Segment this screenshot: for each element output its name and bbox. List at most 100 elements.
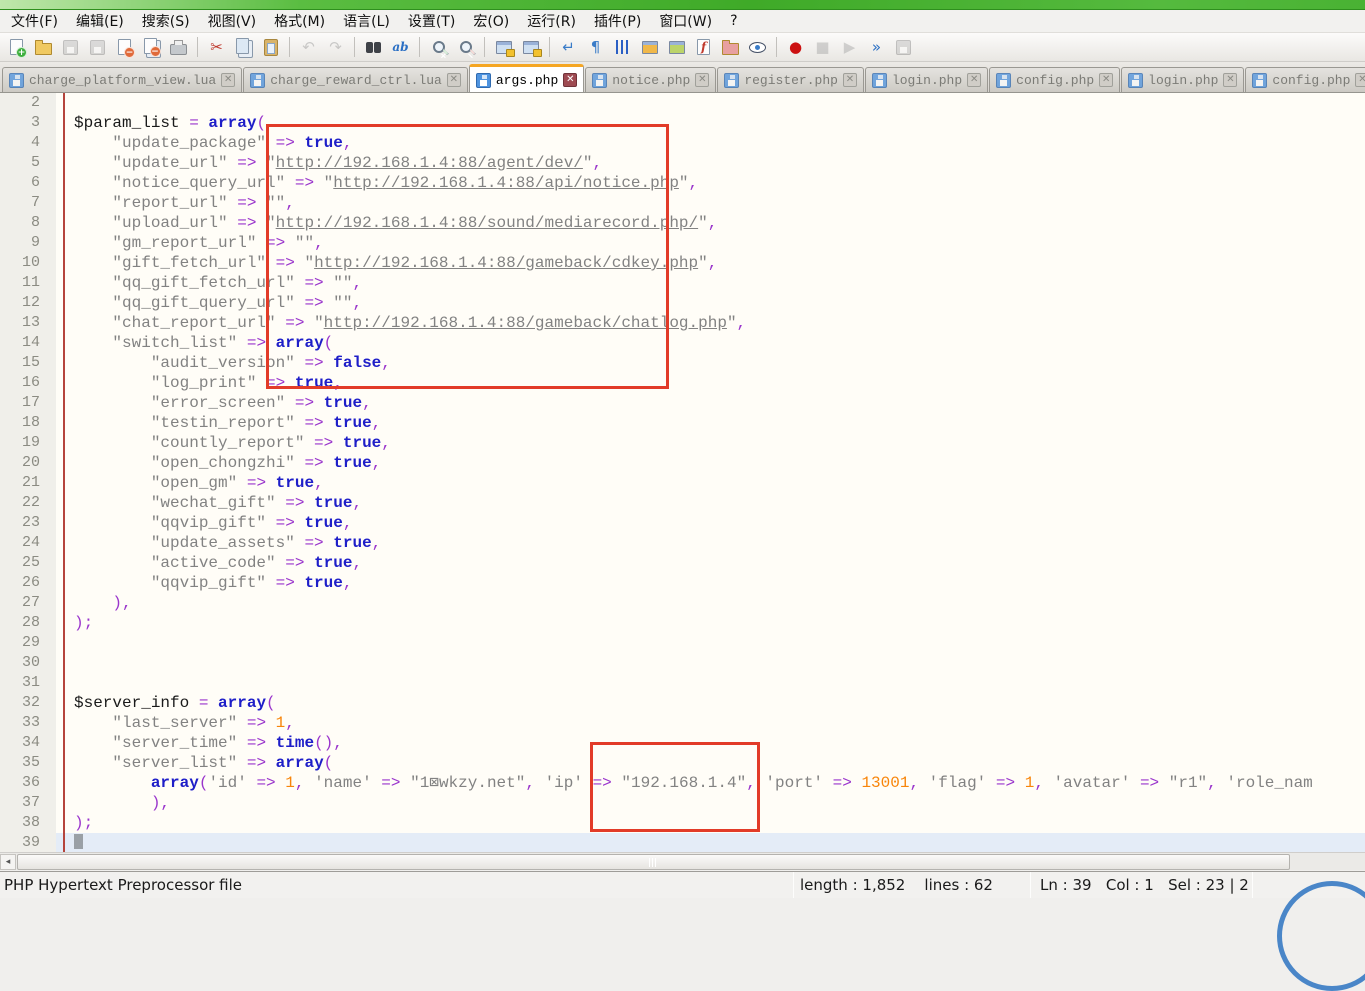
status-bar: PHP Hypertext Preprocessor file length :… — [0, 871, 1365, 898]
function-list-button[interactable]: f — [691, 35, 716, 60]
annotation-rectangle-2 — [590, 742, 760, 832]
code-line: 29 — [0, 633, 1365, 653]
menu-item-view[interactable]: 视图(V) — [199, 9, 266, 33]
line-number: 19 — [0, 433, 56, 453]
line-number: 5 — [0, 153, 56, 173]
save-all-button[interactable] — [85, 35, 110, 60]
tab-label: config.php — [1016, 73, 1094, 88]
menu-item-language[interactable]: 语言(L) — [334, 9, 399, 33]
tab-close-icon[interactable]: ✕ — [843, 73, 857, 87]
menu-item-file[interactable]: 文件(F) — [2, 9, 67, 33]
save-button[interactable] — [58, 35, 83, 60]
cut-button[interactable]: ✂ — [204, 35, 229, 60]
user-defined-dialog-button[interactable] — [637, 35, 662, 60]
redo-button[interactable]: ↷ — [323, 35, 348, 60]
macro-play-button[interactable]: ▶ — [837, 35, 862, 60]
menu-item-help[interactable]: ? — [721, 11, 746, 31]
line-number: 21 — [0, 473, 56, 493]
cursor-info-label: Ln : 39 Col : 1 Sel : 23 | 2 — [1040, 876, 1249, 894]
tab-close-icon[interactable]: ✕ — [221, 73, 235, 87]
macro-stop-button[interactable]: ■ — [810, 35, 835, 60]
line-number: 6 — [0, 173, 56, 193]
document-map-button[interactable] — [664, 35, 689, 60]
line-number: 20 — [0, 453, 56, 473]
menu-item-search[interactable]: 搜索(S) — [133, 9, 199, 33]
code-line: 9 "gm_report_url" => "", — [0, 233, 1365, 253]
tab-close-icon[interactable]: ✕ — [967, 73, 981, 87]
tab-label: notice.php — [612, 73, 690, 88]
toolbar: +−−✂↶↷ab+−↵¶f●■▶» — [0, 33, 1365, 62]
scrollbar-thumb[interactable] — [17, 854, 1290, 870]
folder-as-workspace-button[interactable] — [718, 35, 743, 60]
code-line: 27 ), — [0, 593, 1365, 613]
sync-horizontal-scroll-button[interactable] — [518, 35, 543, 60]
code-line: 5 "update_url" => "http://192.168.1.4:88… — [0, 153, 1365, 173]
show-all-characters-button[interactable]: ¶ — [583, 35, 608, 60]
code-lines: 23$param_list = array(4 "update_package"… — [0, 93, 1365, 852]
zoom-in-button[interactable]: + — [426, 35, 451, 60]
tab-close-icon[interactable]: ✕ — [1099, 73, 1113, 87]
menu-item-run[interactable]: 运行(R) — [518, 9, 585, 33]
paste-button[interactable] — [258, 35, 283, 60]
tab-close-icon[interactable]: ✕ — [1223, 73, 1237, 87]
print-button[interactable] — [166, 35, 191, 60]
tab-charge-reward-ctrl-lua[interactable]: charge_reward_ctrl.lua ✕ — [243, 67, 468, 92]
tab-register-php[interactable]: register.php✕ — [717, 67, 864, 92]
tab-close-icon[interactable]: ✕ — [563, 73, 577, 87]
tab-label: charge_reward_ctrl.lua — [270, 73, 442, 88]
tab-config-php[interactable]: config.php ✕ — [1245, 67, 1365, 92]
tab-args-php[interactable]: args.php✕ — [469, 64, 584, 93]
code-editor[interactable]: 23$param_list = array(4 "update_package"… — [0, 93, 1365, 852]
zoom-out-button[interactable]: − — [453, 35, 478, 60]
line-number: 7 — [0, 193, 56, 213]
scroll-left-arrow-icon[interactable]: ◂ — [0, 854, 16, 870]
close-all-button[interactable]: − — [139, 35, 164, 60]
tab-close-icon[interactable]: ✕ — [1355, 73, 1365, 87]
tab-notice-php[interactable]: notice.php ✕ — [585, 67, 716, 92]
saved-file-icon — [996, 73, 1011, 88]
tab-close-icon[interactable]: ✕ — [447, 73, 461, 87]
find-button[interactable] — [361, 35, 386, 60]
line-number: 30 — [0, 653, 56, 673]
line-number: 24 — [0, 533, 56, 553]
menu-item-format[interactable]: 格式(M) — [265, 9, 334, 33]
line-number: 31 — [0, 673, 56, 693]
toolbar-separator — [484, 37, 485, 57]
copy-button[interactable] — [231, 35, 256, 60]
line-number: 8 — [0, 213, 56, 233]
line-number: 22 — [0, 493, 56, 513]
code-line: 14 "switch_list" => array( — [0, 333, 1365, 353]
tab-label: config.php — [1272, 73, 1350, 88]
open-file-button[interactable] — [31, 35, 56, 60]
toolbar-separator — [419, 37, 420, 57]
code-line: 7 "report_url" => "", — [0, 193, 1365, 213]
new-file-button[interactable]: + — [4, 35, 29, 60]
macro-record-button[interactable]: ● — [783, 35, 808, 60]
macro-save-button[interactable] — [891, 35, 916, 60]
monitoring-button[interactable] — [745, 35, 770, 60]
tab-charge-platform-view-lua[interactable]: charge_platform_view.lua✕ — [2, 67, 242, 92]
size-info-label: length : 1,852 lines : 62 — [800, 876, 993, 894]
tab-close-icon[interactable]: ✕ — [695, 73, 709, 87]
saved-file-icon — [1252, 73, 1267, 88]
undo-button[interactable]: ↶ — [296, 35, 321, 60]
menu-item-macro[interactable]: 宏(O) — [464, 9, 518, 33]
menu-item-settings[interactable]: 设置(T) — [399, 9, 464, 33]
menu-item-edit[interactable]: 编辑(E) — [67, 9, 133, 33]
line-number: 18 — [0, 413, 56, 433]
horizontal-scrollbar[interactable]: ◂ — [0, 852, 1365, 870]
tab-login-php[interactable]: login.php✕ — [865, 67, 988, 92]
close-button[interactable]: − — [112, 35, 137, 60]
line-number: 29 — [0, 633, 56, 653]
menu-item-window[interactable]: 窗口(W) — [650, 9, 721, 33]
code-line: 15 "audit_version" => false, — [0, 353, 1365, 373]
tab-login-php[interactable]: login.php✕ — [1121, 67, 1244, 92]
macro-run-multiple-button[interactable]: » — [864, 35, 889, 60]
menu-item-plugins[interactable]: 插件(P) — [585, 9, 650, 33]
replace-button[interactable]: ab — [388, 35, 413, 60]
tab-config-php[interactable]: config.php ✕ — [989, 67, 1120, 92]
indent-guide-button[interactable] — [610, 35, 635, 60]
word-wrap-button[interactable]: ↵ — [556, 35, 581, 60]
sync-vertical-scroll-button[interactable] — [491, 35, 516, 60]
code-line: 21 "open_gm" => true, — [0, 473, 1365, 493]
